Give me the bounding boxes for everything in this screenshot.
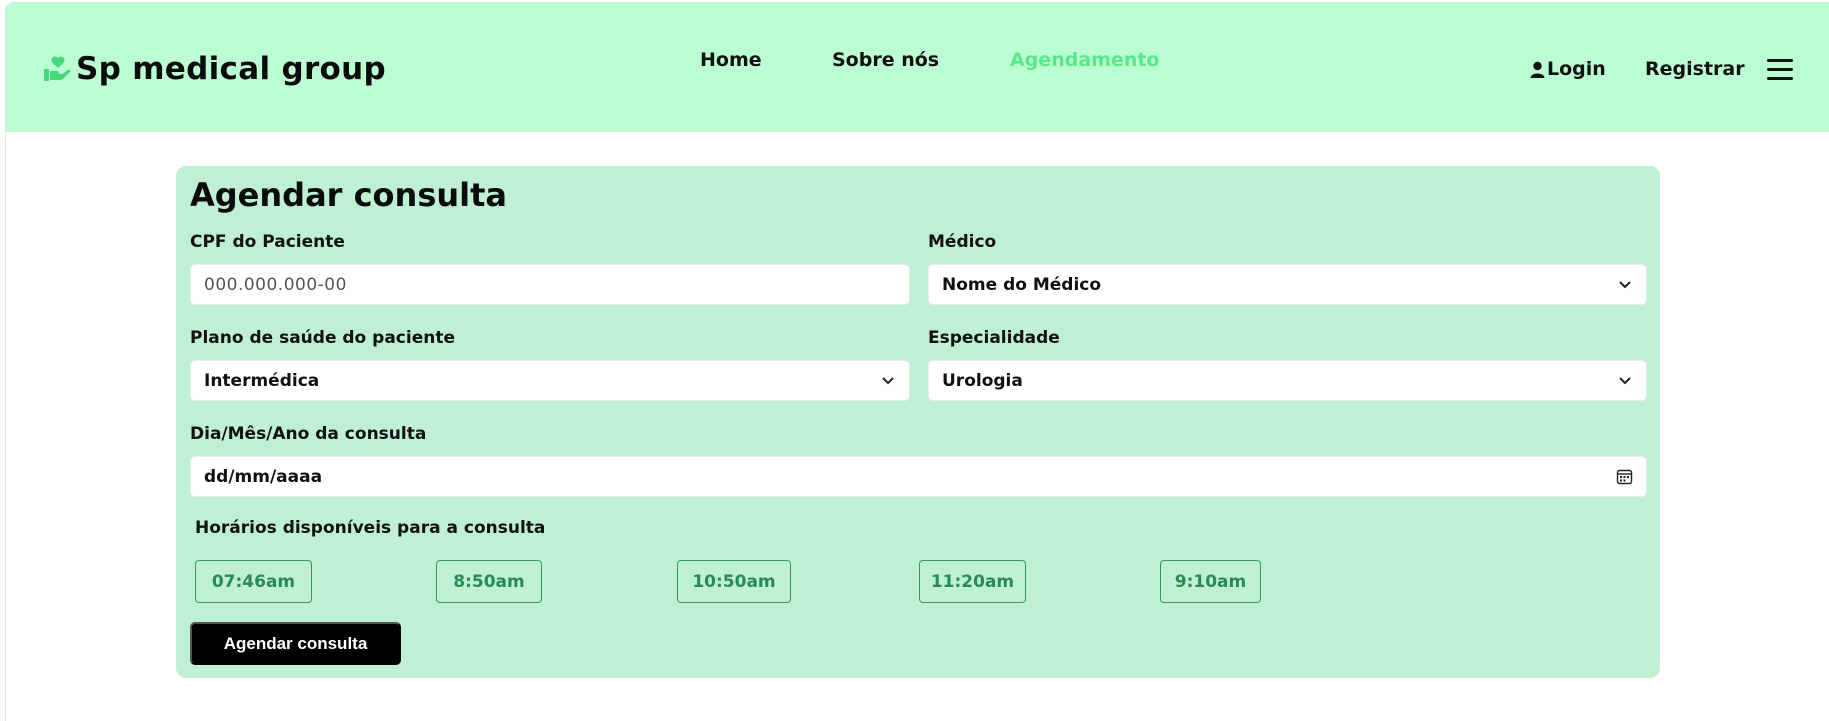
nav-link-about[interactable]: Sobre nós <box>832 49 939 71</box>
top-navbar: Sp medical group Home Sobre nós Agendame… <box>6 3 1829 132</box>
doctor-select-value: Nome do Médico <box>942 274 1102 295</box>
health-plan-select[interactable]: Intermédica <box>190 360 910 401</box>
health-plan-label: Plano de saúde do paciente <box>190 328 455 348</box>
user-icon <box>1530 61 1545 78</box>
form-title: Agendar consulta <box>190 176 507 214</box>
hand-heart-icon <box>44 56 71 81</box>
time-slot-button[interactable]: 8:50am <box>436 560 542 603</box>
appointment-form: Agendar consulta CPF do Paciente Médico … <box>176 166 1660 678</box>
register-link[interactable]: Registrar <box>1645 58 1745 80</box>
doctor-select[interactable]: Nome do Médico <box>928 264 1647 305</box>
calendar-icon[interactable] <box>1616 468 1633 485</box>
login-link[interactable]: Login <box>1530 58 1606 80</box>
hamburger-menu-icon[interactable] <box>1767 59 1793 81</box>
nav-link-scheduling[interactable]: Agendamento <box>1010 49 1160 71</box>
date-input-value: dd/mm/aaaa <box>204 466 323 487</box>
specialty-select[interactable]: Urologia <box>928 360 1647 401</box>
browser-viewport: Sp medical group Home Sobre nós Agendame… <box>5 2 1829 721</box>
chevron-down-icon <box>1619 377 1631 385</box>
time-slot-button[interactable]: 9:10am <box>1160 560 1261 603</box>
date-label: Dia/Mês/Ano da consulta <box>190 424 427 444</box>
specialty-select-value: Urologia <box>942 370 1023 391</box>
cpf-input[interactable] <box>204 274 909 295</box>
schedule-appointment-button[interactable]: Agendar consulta <box>190 622 401 665</box>
time-slot-button[interactable]: 11:20am <box>919 560 1026 603</box>
specialty-label: Especialidade <box>928 328 1060 348</box>
nav-link-home[interactable]: Home <box>700 49 762 71</box>
date-input[interactable]: dd/mm/aaaa <box>190 456 1647 497</box>
doctor-label: Médico <box>928 232 997 252</box>
time-slot-button[interactable]: 07:46am <box>195 560 312 603</box>
cpf-field-wrapper <box>190 264 910 305</box>
chevron-down-icon <box>1619 281 1631 289</box>
brand[interactable]: Sp medical group <box>42 49 386 89</box>
available-times-label: Horários disponíveis para a consulta <box>195 518 546 538</box>
chevron-down-icon <box>882 377 894 385</box>
time-slot-button[interactable]: 10:50am <box>677 560 791 603</box>
login-label: Login <box>1547 58 1606 80</box>
cpf-label: CPF do Paciente <box>190 232 345 252</box>
brand-name: Sp medical group <box>76 51 387 87</box>
health-plan-select-value: Intermédica <box>204 370 320 391</box>
